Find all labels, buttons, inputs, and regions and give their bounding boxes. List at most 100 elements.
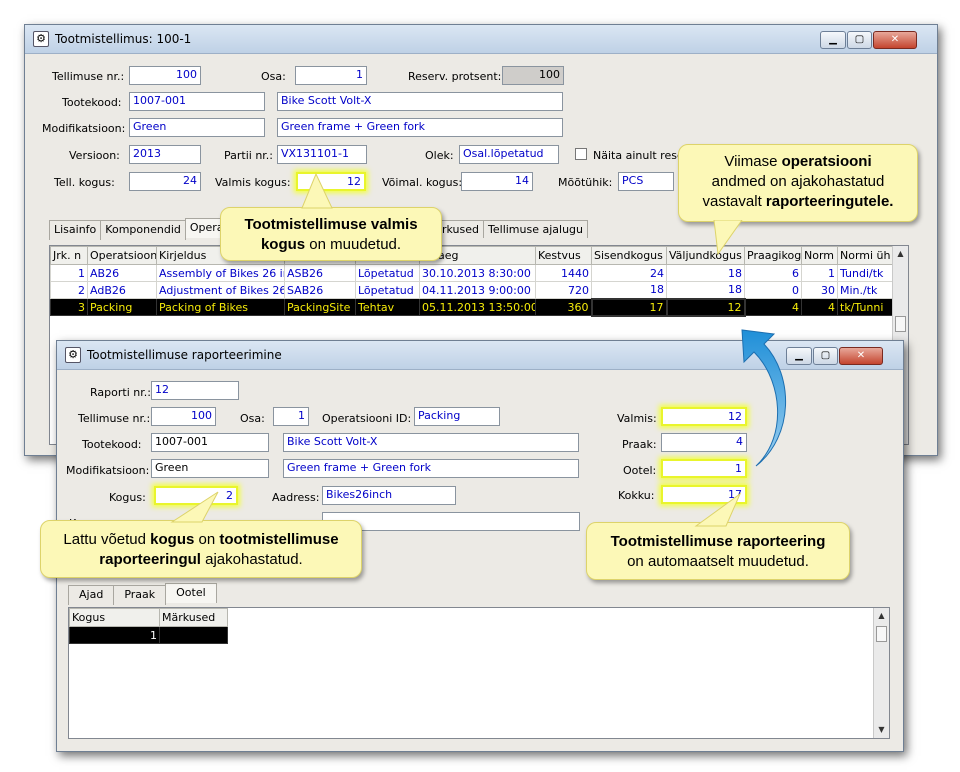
cell-norm-unit: tk/Tunni xyxy=(837,298,893,316)
reserve-pct-label: Reserv. protsent: xyxy=(408,70,502,83)
scroll-down-icon[interactable]: ▼ xyxy=(874,722,889,738)
state-field[interactable]: Osal.lõpetatud xyxy=(459,145,559,164)
grid-scrollbar[interactable]: ▲ ▼ xyxy=(873,608,889,738)
table-row-selected[interactable]: 3 Packing Packing of Bikes PackingSite T… xyxy=(50,297,893,317)
callout-text-bold: kogus xyxy=(150,531,195,548)
cell-norm: 4 xyxy=(801,298,838,316)
cell-state: Lõpetatud xyxy=(355,281,420,299)
state-label: Olek: xyxy=(425,149,454,162)
tab-tellimuse-ajalugu[interactable]: Tellimuse ajalugu xyxy=(483,220,589,238)
col-header[interactable]: Operatsiooni xyxy=(87,246,157,265)
col-header[interactable]: Kogus xyxy=(69,608,160,627)
cell-nr: 3 xyxy=(50,298,88,316)
address-field[interactable]: Bikes26inch xyxy=(322,486,456,505)
modification-field[interactable]: Green xyxy=(129,118,265,137)
curved-arrow-icon xyxy=(741,329,787,467)
scroll-up-icon[interactable]: ▲ xyxy=(893,246,908,262)
cell-note xyxy=(159,626,228,644)
op-id-label: Operatsiooni ID: xyxy=(322,412,412,425)
callout-text: ajakohastatud. xyxy=(200,551,303,568)
report-tabs: Ajad Praak Ootel xyxy=(68,583,217,605)
close-icon[interactable]: ✕ xyxy=(873,31,917,49)
version-field[interactable]: 2013 xyxy=(129,145,201,164)
order-nr-label: Tellimuse nr.: xyxy=(52,70,125,83)
close-icon[interactable]: ✕ xyxy=(839,347,883,365)
part-label: Osa: xyxy=(261,70,286,83)
cell-norm: 1 xyxy=(801,264,838,282)
table-row[interactable]: 2 AdB26 Adjustment of Bikes 26 SAB26 Lõp… xyxy=(50,281,893,299)
cell-time: 04.11.2013 9:00:00 xyxy=(419,281,536,299)
order-nr-field[interactable]: 100 xyxy=(129,66,201,85)
done-qty-label: Valmis kogus: xyxy=(215,176,291,189)
waiting-label: Ootel: xyxy=(623,464,657,477)
cell-nr: 1 xyxy=(50,264,88,282)
col-header[interactable]: Märkused xyxy=(159,608,228,627)
report-nr-label: Raporti nr.: xyxy=(90,386,151,399)
product-code-label: Tootekood: xyxy=(62,96,122,109)
waiting-grid: Kogus Märkused 1 ▲ ▼ xyxy=(68,607,890,739)
unit-label: Mõõtühik: xyxy=(558,176,613,189)
table-row[interactable]: 1 AB26 Assembly of Bikes 26 in ASB26 Lõp… xyxy=(50,264,893,282)
col-header[interactable]: Norm xyxy=(801,246,838,265)
cell-site: ASB26 xyxy=(284,264,356,282)
show-reserved-checkbox[interactable] xyxy=(575,148,587,160)
modification-desc-field[interactable]: Green frame + Green fork xyxy=(277,118,563,137)
scrollbar-thumb[interactable] xyxy=(895,316,906,332)
report-nr-field[interactable]: 12 xyxy=(151,381,239,400)
tab-komponendid[interactable]: Komponendid xyxy=(100,220,186,240)
minimize-icon[interactable]: ▁ xyxy=(820,31,846,49)
table-row-selected[interactable]: 1 xyxy=(69,626,228,644)
cell-desc: Packing of Bikes xyxy=(156,298,285,316)
batch-nr-field[interactable]: VX131101-1 xyxy=(277,145,367,164)
cell-output-qty: 18 xyxy=(666,281,745,299)
possible-qty-field[interactable]: 14 xyxy=(461,172,533,191)
title-bar[interactable]: ⚙ Tootmistellimus: 100-1 ▁ ▢ ✕ xyxy=(25,25,937,54)
cell-scrap-qty: 0 xyxy=(744,281,802,299)
tab-praak[interactable]: Praak xyxy=(113,585,167,605)
scrap-label: Praak: xyxy=(622,438,657,451)
cell-input-qty: 17 xyxy=(590,297,668,317)
scrollbar-thumb[interactable] xyxy=(876,626,887,642)
col-header[interactable]: Kestvus xyxy=(535,246,592,265)
app-icon: ⚙ xyxy=(65,347,81,363)
unit-field[interactable]: PCS xyxy=(618,172,674,191)
tab-markused[interactable]: rkused xyxy=(437,220,485,238)
callout-text: on automaatselt muudetud. xyxy=(627,553,809,570)
product-code-field[interactable]: 1007-001 xyxy=(129,92,265,111)
product-code-field[interactable]: 1007-001 xyxy=(151,433,269,452)
window-title: Tootmistellimus: 100-1 xyxy=(55,32,192,46)
cell-input-qty: 24 xyxy=(591,264,667,282)
col-header[interactable]: Sisendkogus xyxy=(591,246,667,265)
product-name-field[interactable]: Bike Scott Volt-X xyxy=(277,92,563,111)
callout-text-bold: raporteeringul xyxy=(99,551,201,568)
modification-field[interactable]: Green xyxy=(151,459,269,478)
callout-report-changed: Tootmistellimuse raporteering on automaa… xyxy=(586,522,850,580)
modification-label: Modifikatsioon: xyxy=(42,122,126,135)
part-field[interactable]: 1 xyxy=(295,66,367,85)
tab-ootel[interactable]: Ootel xyxy=(165,583,217,603)
callout-qty-updated: Lattu võetud kogus on tootmistellimuse r… xyxy=(40,520,362,578)
col-header[interactable]: Jrk. n xyxy=(50,246,88,265)
callout-done-qty-changed: Tootmistellimuse valmis kogus on muudetu… xyxy=(220,207,442,261)
order-qty-field[interactable]: 24 xyxy=(129,172,201,191)
order-nr-field[interactable]: 100 xyxy=(151,407,216,426)
cell-nr: 2 xyxy=(50,281,88,299)
cell-site: SAB26 xyxy=(284,281,356,299)
cell-input-qty: 18 xyxy=(591,281,667,299)
tab-lisainfo[interactable]: Lisainfo xyxy=(49,220,102,240)
tab-ajad[interactable]: Ajad xyxy=(68,585,115,605)
op-id-field[interactable]: Packing xyxy=(414,407,500,426)
cell-duration: 720 xyxy=(535,281,592,299)
part-field[interactable]: 1 xyxy=(273,407,309,426)
scroll-up-icon[interactable]: ▲ xyxy=(874,608,889,624)
order-qty-label: Tell. kogus: xyxy=(54,176,115,189)
col-header[interactable]: Normi üh xyxy=(837,246,893,265)
col-header[interactable]: Praagikog xyxy=(744,246,802,265)
maximize-icon[interactable]: ▢ xyxy=(813,347,838,365)
cell-desc: Adjustment of Bikes 26 xyxy=(156,281,285,299)
maximize-icon[interactable]: ▢ xyxy=(847,31,872,49)
cell-qty: 1 xyxy=(69,626,160,644)
modification-desc-field[interactable]: Green frame + Green fork xyxy=(283,459,579,478)
product-name-field[interactable]: Bike Scott Volt-X xyxy=(283,433,579,452)
callout-text-bold: Tootmistellimuse raporteering xyxy=(610,533,826,550)
